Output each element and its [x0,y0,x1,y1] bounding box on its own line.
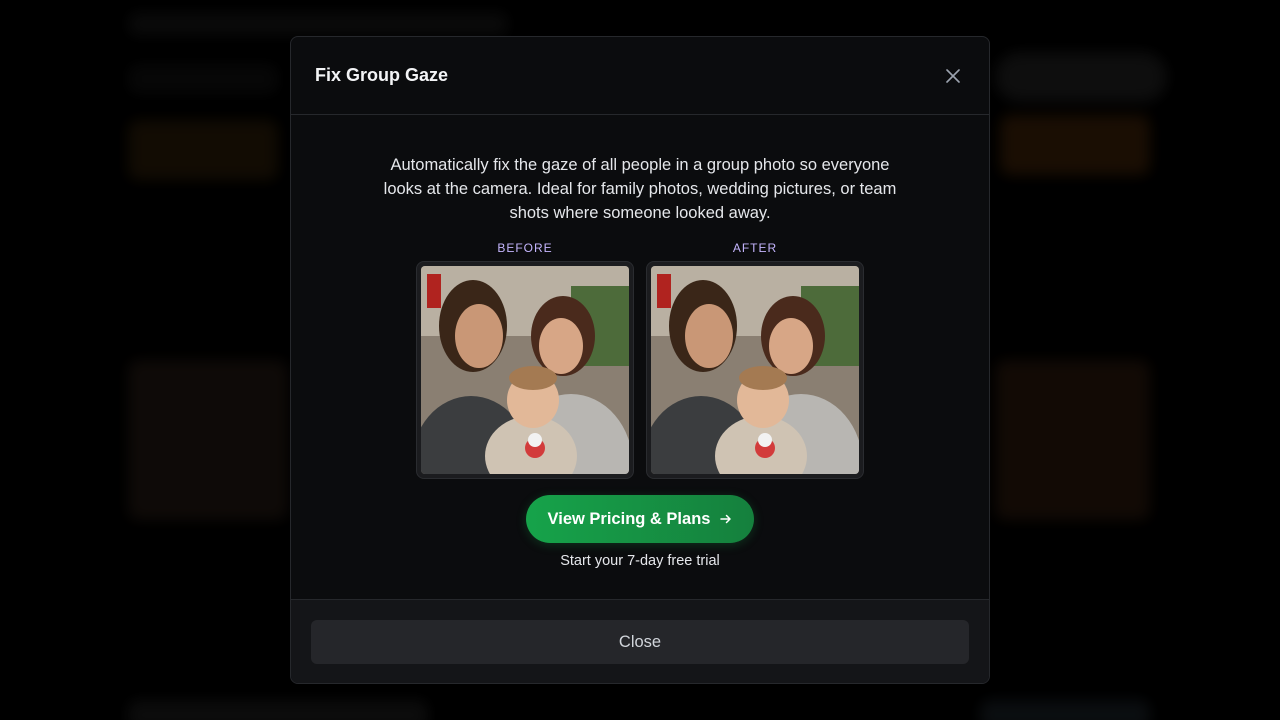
after-label: AFTER [732,241,778,255]
dialog-footer: Close [291,599,989,683]
after-photo [651,266,859,474]
dialog-body: Automatically fix the gaze of all people… [291,115,989,569]
view-pricing-button[interactable]: View Pricing & Plans [526,495,754,543]
arrow-right-icon [720,514,732,524]
after-pane: AFTER [646,241,864,479]
before-pane: BEFORE [416,241,634,479]
dialog-header: Fix Group Gaze [291,37,989,115]
after-photo-frame [646,261,864,479]
close-button[interactable]: Close [311,620,969,664]
trial-note: Start your 7-day free trial [560,553,720,569]
close-icon[interactable] [941,64,965,88]
fix-group-gaze-dialog: Fix Group Gaze Automatically fix the gaz… [290,36,990,684]
before-after-comparison: BEFORE AFTER [315,241,965,479]
before-photo-frame [416,261,634,479]
feature-description: Automatically fix the gaze of all people… [383,156,897,222]
dialog-title: Fix Group Gaze [315,65,449,85]
view-pricing-label: View Pricing & Plans [547,509,711,528]
before-photo [421,266,629,474]
before-label: BEFORE [497,241,553,255]
